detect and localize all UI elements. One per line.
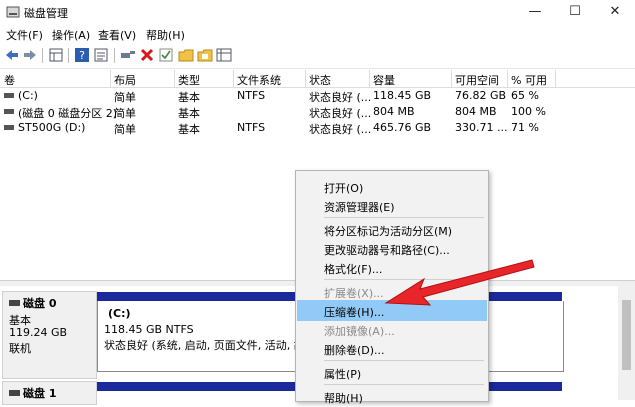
delete-icon[interactable]: [139, 47, 155, 63]
maximize-button[interactable]: ☐: [555, 0, 595, 24]
menu-separator: [324, 384, 484, 385]
partition-size-fs: 118.45 GB NTFS: [104, 323, 194, 336]
table-row[interactable]: (C:) 简单 基本 NTFS 状态良好 (... 118.45 GB 76.8…: [0, 88, 635, 104]
menu-item-help[interactable]: 帮助(H): [297, 386, 487, 407]
title-bar: 磁盘管理 — ☐ ✕: [0, 0, 635, 24]
minimize-button[interactable]: —: [515, 0, 555, 24]
toolbar: ?: [0, 44, 635, 69]
close-button[interactable]: ✕: [595, 0, 635, 24]
column-separator[interactable]: [110, 70, 111, 87]
volume-filesystem: NTFS: [237, 121, 266, 134]
svg-text:?: ?: [79, 49, 85, 62]
volume-free-space: 804 MB: [455, 105, 497, 118]
partition-label: (C:): [108, 307, 131, 320]
toolbar-separator: [114, 48, 115, 63]
scrollbar-thumb[interactable]: [622, 300, 631, 370]
column-type[interactable]: 类型: [178, 72, 200, 88]
column-filesystem[interactable]: 文件系统: [237, 72, 281, 88]
list-icon[interactable]: [216, 47, 232, 63]
column-capacity[interactable]: 容量: [373, 72, 395, 88]
column-separator[interactable]: [233, 70, 234, 87]
column-separator[interactable]: [507, 70, 508, 87]
column-separator[interactable]: [369, 70, 370, 87]
grid-icon[interactable]: [48, 47, 64, 63]
menu-bar: 文件(F) 操作(A) 查看(V) 帮助(H): [0, 24, 635, 44]
column-volume[interactable]: 卷: [4, 72, 15, 88]
volume-percent-free: 71 %: [511, 121, 539, 134]
back-icon[interactable]: [4, 47, 20, 63]
volume-status: 状态良好 (...: [309, 91, 372, 104]
volume-layout: 简单: [114, 107, 136, 120]
volume-free-space: 76.82 GB: [455, 89, 507, 102]
volume-status: 状态良好 (...: [309, 123, 372, 136]
volume-icon: [4, 125, 14, 130]
volume-percent-free: 100 %: [511, 105, 546, 118]
disk-icon: [9, 300, 20, 306]
volume-layout: 简单: [114, 123, 136, 136]
table-row[interactable]: (磁盘 0 磁盘分区 2) 简单 基本 状态良好 (... 804 MB 804…: [0, 104, 635, 120]
menu-item-add-mirror[interactable]: 添加镜像(A)...: [297, 319, 487, 340]
volume-filesystem: NTFS: [237, 89, 266, 102]
window-title: 磁盘管理: [24, 7, 68, 20]
disk-1-info[interactable]: 磁盘 1: [2, 381, 97, 405]
volume-capacity: 804 MB: [373, 105, 415, 118]
volume-layout: 简单: [114, 91, 136, 104]
menu-file[interactable]: 文件(F): [6, 27, 43, 43]
volume-type: 基本: [178, 107, 200, 120]
properties-icon[interactable]: [93, 47, 109, 63]
column-percent-free[interactable]: % 可用: [511, 72, 547, 88]
column-separator[interactable]: [555, 70, 556, 87]
disk-name: 磁盘 1: [23, 387, 57, 400]
connect-icon[interactable]: [120, 47, 136, 63]
column-separator[interactable]: [451, 70, 452, 87]
menu-item-open[interactable]: 打开(O): [297, 176, 487, 197]
disk-0-info[interactable]: 磁盘 0 基本 119.24 GB 联机: [2, 291, 97, 379]
menu-action[interactable]: 操作(A): [52, 27, 90, 43]
toolbar-separator: [68, 48, 69, 63]
forward-icon[interactable]: [22, 47, 38, 63]
toolbar-separator: [42, 48, 43, 63]
volume-name: (C:): [18, 89, 38, 102]
menu-view[interactable]: 查看(V): [98, 27, 136, 43]
menu-help[interactable]: 帮助(H): [146, 27, 185, 43]
red-arrow-icon: [384, 259, 535, 306]
disk-icon: [9, 390, 20, 396]
volume-name: ST500G (D:): [18, 121, 86, 134]
volume-icon: [4, 109, 14, 114]
volume-percent-free: 65 %: [511, 89, 539, 102]
volume-capacity: 465.76 GB: [373, 121, 432, 134]
volume-status: 状态良好 (...: [309, 107, 372, 120]
disk-size: 119.24 GB: [9, 326, 68, 339]
volume-free-space: 330.71 ...: [455, 121, 508, 134]
volume-capacity: 118.45 GB: [373, 89, 432, 102]
table-row[interactable]: ST500G (D:) 简单 基本 NTFS 状态良好 (... 465.76 …: [0, 120, 635, 136]
volume-name: (磁盘 0 磁盘分区 2): [18, 107, 118, 120]
folder-icon[interactable]: [197, 47, 213, 63]
column-separator[interactable]: [174, 70, 175, 87]
volume-table-header: 卷 布局 类型 文件系统 状态 容量 可用空间 % 可用: [0, 70, 635, 88]
help-icon[interactable]: ?: [74, 47, 90, 63]
menu-item-properties[interactable]: 属性(P): [297, 362, 487, 383]
folder-icon[interactable]: [178, 47, 194, 63]
menu-separator: [324, 217, 484, 218]
partition-status: 状态良好 (系统, 启动, 页面文件, 活动, 故障转: [104, 339, 327, 352]
vertical-scrollbar[interactable]: [618, 286, 635, 400]
volume-icon: [4, 93, 14, 98]
disk-management-app-icon: [6, 6, 20, 18]
menu-separator: [324, 360, 484, 361]
disk-status: 联机: [9, 342, 31, 355]
check-icon[interactable]: [158, 47, 174, 63]
menu-item-explorer[interactable]: 资源管理器(E): [297, 195, 487, 216]
volume-type: 基本: [178, 91, 200, 104]
column-free-space[interactable]: 可用空间: [455, 72, 499, 88]
menu-item-mark-active[interactable]: 将分区标记为活动分区(M): [297, 219, 487, 240]
column-status[interactable]: 状态: [309, 72, 331, 88]
volume-type: 基本: [178, 123, 200, 136]
column-separator[interactable]: [305, 70, 306, 87]
disk-name: 磁盘 0: [23, 297, 57, 310]
column-layout[interactable]: 布局: [114, 72, 136, 88]
menu-item-delete-volume[interactable]: 删除卷(D)...: [297, 338, 487, 359]
